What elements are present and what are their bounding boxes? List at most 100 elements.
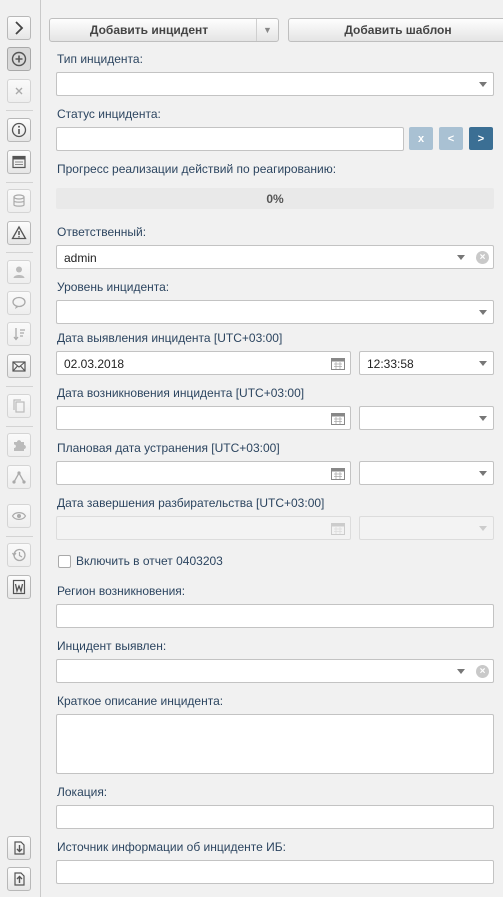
clear-icon[interactable]: × <box>476 665 489 678</box>
toolbar-divider <box>6 426 33 427</box>
responsible-select[interactable]: admin × <box>56 245 494 269</box>
detected-by-select[interactable]: × <box>56 659 494 683</box>
description-textarea[interactable] <box>56 714 494 774</box>
calendar-button[interactable] <box>7 150 31 174</box>
status-label: Статус инцидента: <box>57 107 161 121</box>
progress-label: Прогресс реализации действий по реагиров… <box>57 162 337 176</box>
warning-button[interactable] <box>7 221 31 245</box>
calendar-icon <box>12 155 26 169</box>
add-incident-button[interactable]: Добавить инцидент ▼ <box>49 18 279 42</box>
history-icon <box>11 548 26 562</box>
export-word-button[interactable] <box>7 575 31 599</box>
toolbar-divider <box>6 536 33 537</box>
incident-form-window: Добавить инцидент ▼ Добавить шаблон Тип … <box>0 0 503 897</box>
toolbar-divider <box>6 182 33 183</box>
add-template-button[interactable]: Добавить шаблон <box>288 18 503 42</box>
detect-time-select[interactable]: 12:33:58 <box>359 351 494 375</box>
word-icon <box>12 579 26 595</box>
copy-button[interactable] <box>7 394 31 418</box>
include-report-checkbox[interactable] <box>58 555 71 568</box>
status-clear-button[interactable]: x <box>409 127 433 150</box>
level-select[interactable] <box>56 300 494 324</box>
chevron-right-icon <box>15 21 24 35</box>
visibility-button[interactable] <box>7 504 31 528</box>
download-button[interactable] <box>7 836 31 860</box>
upload-button[interactable] <box>7 867 31 891</box>
chat-button[interactable] <box>7 291 31 315</box>
upload-icon <box>14 872 25 886</box>
chevron-down-icon <box>479 310 487 315</box>
status-prev-button[interactable]: < <box>439 127 463 150</box>
region-label: Регион возникновения: <box>57 584 186 598</box>
expand-button[interactable] <box>7 16 31 40</box>
database-button[interactable] <box>7 189 31 213</box>
location-label: Локация: <box>57 785 108 799</box>
detected-by-label: Инцидент выявлен: <box>57 639 167 653</box>
chevron-down-icon <box>457 255 465 260</box>
user-icon <box>13 266 25 278</box>
mail-button[interactable] <box>7 354 31 378</box>
closing-date-label: Дата завершения разбирательства [UTC+03:… <box>57 496 325 510</box>
toolbar-divider <box>6 110 33 111</box>
detect-date-label: Дата выявления инцидента [UTC+03:00] <box>57 331 283 345</box>
include-report-label: Включить в отчет 0403203 <box>76 554 223 568</box>
planned-time-select[interactable] <box>359 461 494 485</box>
user-button[interactable] <box>7 260 31 284</box>
level-label: Уровень инцидента: <box>57 280 170 294</box>
add-circle-icon <box>11 51 27 67</box>
sort-icon <box>13 328 25 341</box>
add-button[interactable] <box>7 47 31 71</box>
description-label: Краткое описание инцидента: <box>57 694 224 708</box>
status-field[interactable] <box>56 127 404 151</box>
chevron-down-icon <box>479 361 487 366</box>
occur-time-select[interactable] <box>359 406 494 430</box>
detect-time-value: 12:33:58 <box>367 357 414 371</box>
responsible-label: Ответственный: <box>57 225 147 239</box>
sort-button[interactable] <box>7 322 31 346</box>
puzzle-icon <box>14 440 26 451</box>
workflow-button[interactable] <box>7 465 31 489</box>
chevron-down-icon: ▼ <box>263 25 272 35</box>
puzzle-button[interactable] <box>7 433 31 457</box>
source-label: Источник информации об инциденте ИБ: <box>57 840 286 854</box>
eye-icon <box>11 512 27 520</box>
location-field[interactable] <box>56 805 494 829</box>
calendar-icon[interactable] <box>331 358 345 370</box>
detect-date-field[interactable]: 02.03.2018 <box>56 351 351 375</box>
toolbar-divider <box>6 252 33 253</box>
source-field[interactable] <box>56 860 494 884</box>
workflow-icon <box>12 471 26 484</box>
chevron-down-icon <box>479 82 487 87</box>
add-incident-dropdown[interactable]: ▼ <box>256 19 278 41</box>
chevron-down-icon <box>479 416 487 421</box>
add-template-label: Добавить шаблон <box>344 23 452 37</box>
calendar-icon[interactable] <box>331 413 345 425</box>
info-button[interactable] <box>7 118 31 142</box>
database-icon <box>13 194 25 207</box>
progress-bar: 0% <box>56 188 494 209</box>
occur-date-label: Дата возникновения инцидента [UTC+03:00] <box>57 386 305 400</box>
chevron-down-icon <box>457 669 465 674</box>
occur-date-field[interactable] <box>56 406 351 430</box>
incident-type-select[interactable] <box>56 72 494 96</box>
history-button[interactable] <box>7 543 31 567</box>
download-icon <box>14 841 25 855</box>
clear-icon[interactable]: × <box>476 251 489 264</box>
planned-date-label: Плановая дата устранения [UTC+03:00] <box>57 441 280 455</box>
add-incident-label: Добавить инцидент <box>89 23 209 37</box>
calendar-icon <box>331 523 345 535</box>
close-icon <box>15 87 23 95</box>
responsible-value: admin <box>64 251 97 265</box>
left-toolbar <box>0 0 41 897</box>
info-icon <box>11 122 27 138</box>
progress-text: 0% <box>266 191 284 206</box>
copy-icon <box>13 399 25 413</box>
warning-icon <box>11 225 27 240</box>
region-field[interactable] <box>56 604 494 628</box>
calendar-icon[interactable] <box>331 468 345 480</box>
planned-date-field[interactable] <box>56 461 351 485</box>
delete-button[interactable] <box>7 79 31 103</box>
status-next-button[interactable]: > <box>469 127 493 150</box>
chevron-down-icon <box>479 526 487 531</box>
chevron-down-icon <box>479 471 487 476</box>
